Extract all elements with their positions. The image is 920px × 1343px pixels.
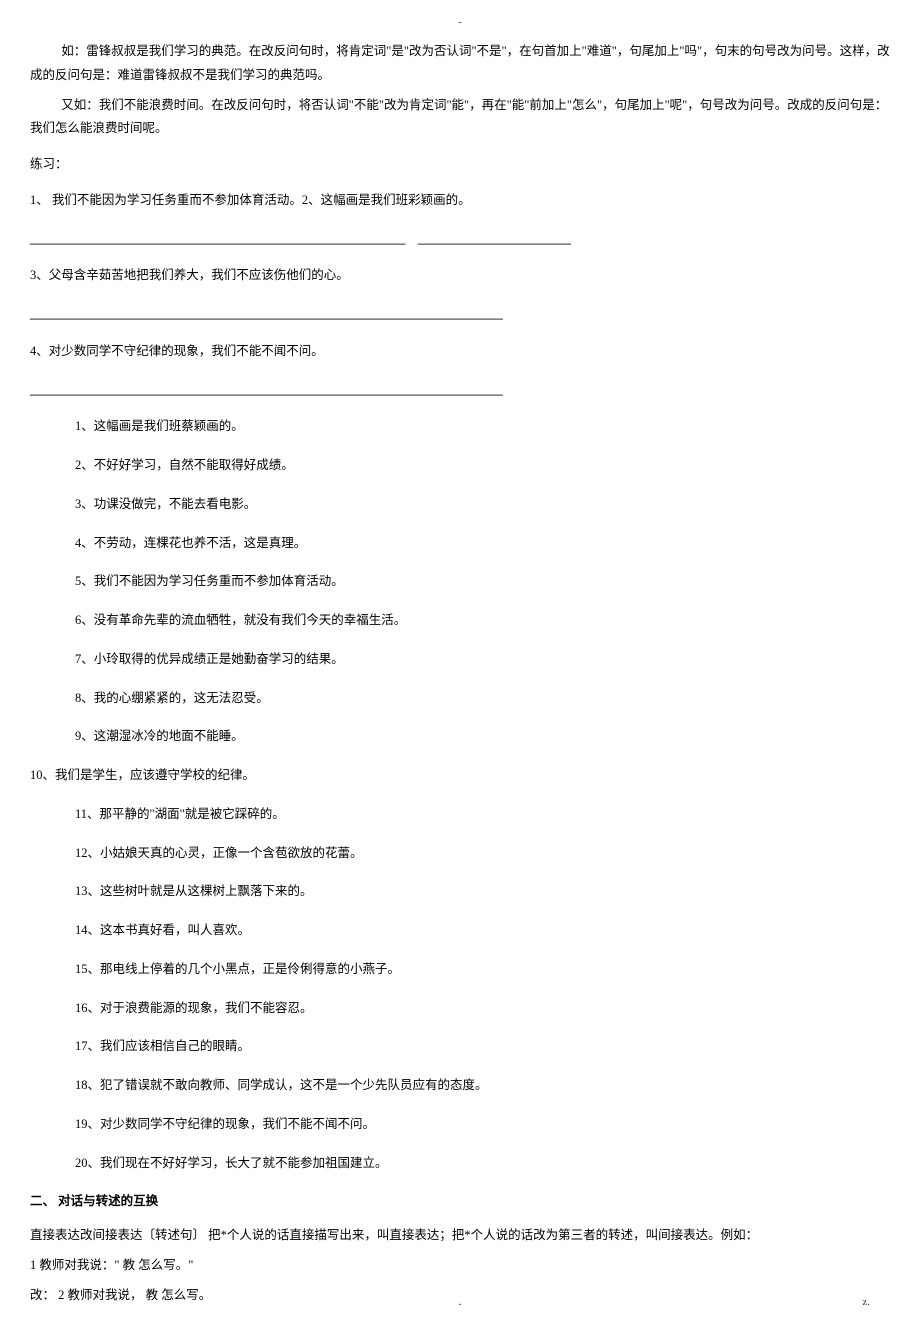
list-item: 6、没有革命先辈的流血牺牲，就没有我们今天的幸福生活。 bbox=[75, 609, 890, 633]
practice-blank-3: ________________________________________… bbox=[30, 302, 890, 326]
list-item: 17、我们应该相信自己的眼睛。 bbox=[75, 1035, 890, 1059]
list-item-10: 10、我们是学生，应该遵守学校的纪律。 bbox=[30, 764, 890, 788]
numbered-list-1: 1、这幅画是我们班蔡颖画的。 2、不好好学习，自然不能取得好成绩。 3、功课没做… bbox=[30, 415, 890, 749]
practice-q4: 4、对少数同学不守纪律的现象，我们不能不闻不问。 bbox=[30, 340, 890, 364]
list-item: 3、功课没做完，不能去看电影。 bbox=[75, 493, 890, 517]
list-item: 2、不好好学习，自然不能取得好成绩。 bbox=[75, 454, 890, 478]
practice-blank-1: ________________________________________… bbox=[30, 227, 890, 251]
list-item: 9、这潮湿冰冷的地面不能睡。 bbox=[75, 725, 890, 749]
practice-label: 练习： bbox=[30, 153, 890, 177]
footer-dot: . bbox=[459, 1292, 462, 1313]
list-item: 18、犯了错误就不敢向教师、同学成认，这不是一个少先队员应有的态度。 bbox=[75, 1074, 890, 1098]
footer-z: z. bbox=[862, 1292, 870, 1313]
section-2-ex1: 1 教师对我说：" 教 怎么写。" bbox=[30, 1254, 890, 1278]
list-item: 13、这些树叶就是从这棵树上飘落下来的。 bbox=[75, 880, 890, 904]
list-item: 5、我们不能因为学习任务重而不参加体育活动。 bbox=[75, 570, 890, 594]
list-item: 16、对于浪费能源的现象，我们不能容忍。 bbox=[75, 997, 890, 1021]
numbered-list-2: 11、那平静的"湖面"就是被它踩碎的。 12、小姑娘天真的心灵，正像一个含苞欲放… bbox=[30, 803, 890, 1176]
practice-q1-2: 1、 我们不能因为学习任务重而不参加体育活动。2、这幅画是我们班彩颖画的。 bbox=[30, 189, 890, 213]
list-item: 4、不劳动，连棵花也养不活，这是真理。 bbox=[75, 532, 890, 556]
list-item: 20、我们现在不好好学习，长大了就不能参加祖国建立。 bbox=[75, 1152, 890, 1176]
list-item: 8、我的心绷紧紧的，这无法忍受。 bbox=[75, 687, 890, 711]
section-2-title: 二、 对话与转述的互换 bbox=[30, 1190, 890, 1214]
list-item: 11、那平静的"湖面"就是被它踩碎的。 bbox=[75, 803, 890, 827]
intro-example-2: 又如：我们不能浪费时间。在改反问句时，将否认词"不能"改为肯定词"能"，再在"能… bbox=[30, 94, 890, 142]
practice-blank-4: ________________________________________… bbox=[30, 378, 890, 402]
intro-example-1: 如：雷锋叔叔是我们学习的典范。在改反问句时，将肯定词"是"改为否认词"不是"，在… bbox=[30, 40, 890, 88]
list-item: 14、这本书真好看，叫人喜欢。 bbox=[75, 919, 890, 943]
practice-q3: 3、父母含辛茹苦地把我们养大，我们不应该伤他们的心。 bbox=[30, 264, 890, 288]
section-2-desc: 直接表达改间接表达〔转述句〕 把*个人说的话直接描写出来，叫直接表达；把*个人说… bbox=[30, 1224, 890, 1248]
list-item: 15、那电线上停着的几个小黑点，正是伶俐得意的小燕子。 bbox=[75, 958, 890, 982]
header-mark: - bbox=[458, 12, 462, 33]
list-item: 7、小玲取得的优异成绩正是她勤奋学习的结果。 bbox=[75, 648, 890, 672]
list-item: 19、对少数同学不守纪律的现象，我们不能不闻不问。 bbox=[75, 1113, 890, 1137]
list-item: 1、这幅画是我们班蔡颖画的。 bbox=[75, 415, 890, 439]
list-item: 12、小姑娘天真的心灵，正像一个含苞欲放的花蕾。 bbox=[75, 842, 890, 866]
